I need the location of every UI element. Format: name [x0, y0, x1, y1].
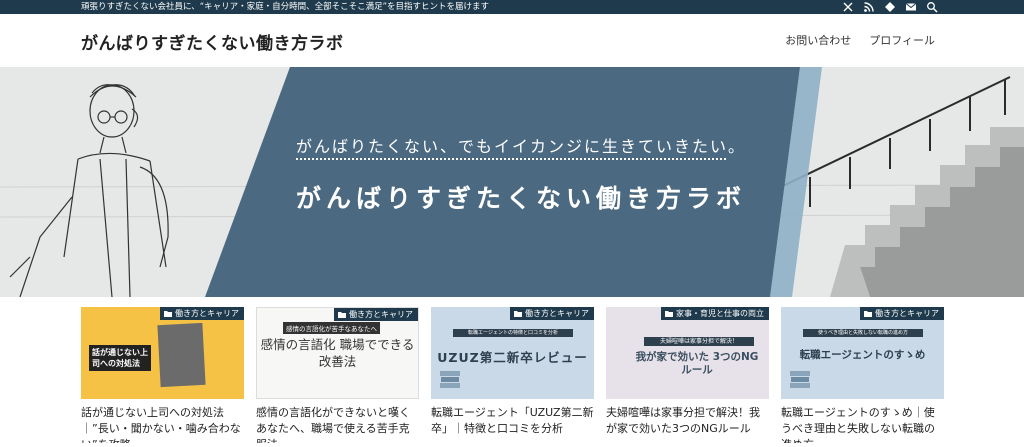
- post-list: 話が通じない上司への対処法 働き方とキャリア 話が通じない上司への対処法｜”長い…: [81, 307, 944, 443]
- category-badge[interactable]: 働き方とキャリア: [334, 308, 418, 321]
- post-title[interactable]: 感情の言語化ができないと嘆くあなたへ、職場で使える苦手克服法: [256, 405, 419, 443]
- post-title[interactable]: 話が通じない上司への対処法｜”長い・聞かない・噛み合わない”を攻略: [81, 405, 244, 443]
- folder-icon: [665, 311, 673, 317]
- folder-icon: [164, 311, 172, 317]
- thumbnail-illustration: [157, 322, 206, 388]
- post-thumbnail[interactable]: 夫婦喧嘩は家事分担で解決！ 我が家で効いた 3つのNGルール 家事・育児と仕事の…: [606, 307, 769, 399]
- nav-profile[interactable]: プロフィール: [869, 32, 935, 48]
- thumbnail-text: 我が家で効いた 3つのNGルール: [635, 351, 759, 376]
- folder-icon: [514, 311, 522, 317]
- hero-title: がんばりすぎたくない働き方ラボ: [296, 184, 747, 213]
- category-badge[interactable]: 家事・育児と仕事の両立: [661, 307, 769, 320]
- site-header: がんばりすぎたくない働き方ラボ お問い合わせ プロフィール: [0, 14, 1024, 67]
- category-badge[interactable]: 働き方とキャリア: [160, 307, 244, 320]
- nav-contact[interactable]: お問い合わせ: [785, 32, 851, 48]
- category-label: 家事・育児と仕事の両立: [676, 309, 764, 318]
- post-thumbnail[interactable]: 転職エージェントの特徴と口コミを分析 UZUZ第二新卒レビュー 働き方とキャリア: [431, 307, 594, 399]
- post-thumbnail[interactable]: 感情の言語化が苦手なあなたへ 感情の言語化 職場でできる改善法 働き方とキャリア: [256, 307, 419, 399]
- post-title[interactable]: 転職エージェント「UZUZ第二新卒」｜特徴と口コミを分析: [431, 405, 594, 443]
- post-card[interactable]: 転職エージェントの特徴と口コミを分析 UZUZ第二新卒レビュー 働き方とキャリア…: [431, 307, 594, 443]
- rss-icon[interactable]: [863, 1, 875, 13]
- category-badge[interactable]: 働き方とキャリア: [860, 307, 944, 320]
- hero-divider: [296, 158, 726, 160]
- thumbnail-subtitle: 使うべき理由と失敗しない転職の進め方: [803, 329, 923, 337]
- category-label: 働き方とキャリア: [349, 310, 413, 319]
- post-thumbnail[interactable]: 話が通じない上司への対処法 働き方とキャリア: [81, 307, 244, 399]
- x-icon[interactable]: [842, 1, 854, 13]
- folder-icon: [864, 311, 872, 317]
- post-card[interactable]: 話が通じない上司への対処法 働き方とキャリア 話が通じない上司への対処法｜”長い…: [81, 307, 244, 443]
- post-card[interactable]: 感情の言語化が苦手なあなたへ 感情の言語化 職場でできる改善法 働き方とキャリア…: [256, 307, 419, 443]
- books-icon: [440, 371, 460, 388]
- post-thumbnail[interactable]: 使うべき理由と失敗しない転職の進め方 転職エージェントのすゝめ 働き方とキャリア: [781, 307, 944, 399]
- books-icon: [790, 371, 810, 388]
- category-label: 働き方とキャリア: [875, 309, 939, 318]
- hero-banner: がんばりたくない、でもイイカンジに生きていきたい。 がんばりすぎたくない働き方ラ…: [0, 67, 1024, 297]
- top-bar: 頑張りすぎたくない会社員に、“キャリア・家庭・自分時間、全部そこそこ満足”を目指…: [0, 0, 1024, 14]
- category-label: 働き方とキャリア: [525, 309, 589, 318]
- feedly-icon[interactable]: [884, 1, 896, 13]
- post-card[interactable]: 使うべき理由と失敗しない転職の進め方 転職エージェントのすゝめ 働き方とキャリア…: [781, 307, 944, 443]
- site-title[interactable]: がんばりすぎたくない働き方ラボ: [81, 29, 344, 54]
- thumbnail-text: 話が通じない上司への対処法: [89, 345, 151, 371]
- category-badge[interactable]: 働き方とキャリア: [510, 307, 594, 320]
- thumbnail-subtitle: 感情の言語化が苦手なあなたへ: [283, 322, 380, 334]
- thumbnail-text: 感情の言語化 職場でできる改善法: [260, 337, 415, 369]
- search-icon[interactable]: [926, 1, 938, 13]
- thumbnail-subtitle: 夫婦喧嘩は家事分担で解決！: [644, 337, 754, 346]
- folder-icon: [338, 312, 346, 318]
- social-icons: [842, 1, 938, 13]
- mail-icon[interactable]: [905, 1, 917, 13]
- main-nav: お問い合わせ プロフィール: [785, 32, 935, 48]
- thumbnail-subtitle: 転職エージェントの特徴と口コミを分析: [453, 329, 573, 337]
- thumbnail-text: UZUZ第二新卒レビュー: [437, 350, 588, 365]
- post-card[interactable]: 夫婦喧嘩は家事分担で解決！ 我が家で効いた 3つのNGルール 家事・育児と仕事の…: [606, 307, 769, 443]
- thumbnail-text: 転職エージェントのすゝめ: [799, 349, 926, 361]
- site-tagline: 頑張りすぎたくない会社員に、“キャリア・家庭・自分時間、全部そこそこ満足”を目指…: [81, 2, 490, 12]
- post-title[interactable]: 転職エージェントのすゝめ｜使うべき理由と失敗しない転職の進め方: [781, 405, 944, 443]
- post-title[interactable]: 夫婦喧嘩は家事分担で解決！我が家で効いた3つのNGルール: [606, 405, 769, 443]
- category-label: 働き方とキャリア: [175, 309, 239, 318]
- hero-catchphrase: がんばりたくない、でもイイカンジに生きていきたい。: [296, 137, 747, 156]
